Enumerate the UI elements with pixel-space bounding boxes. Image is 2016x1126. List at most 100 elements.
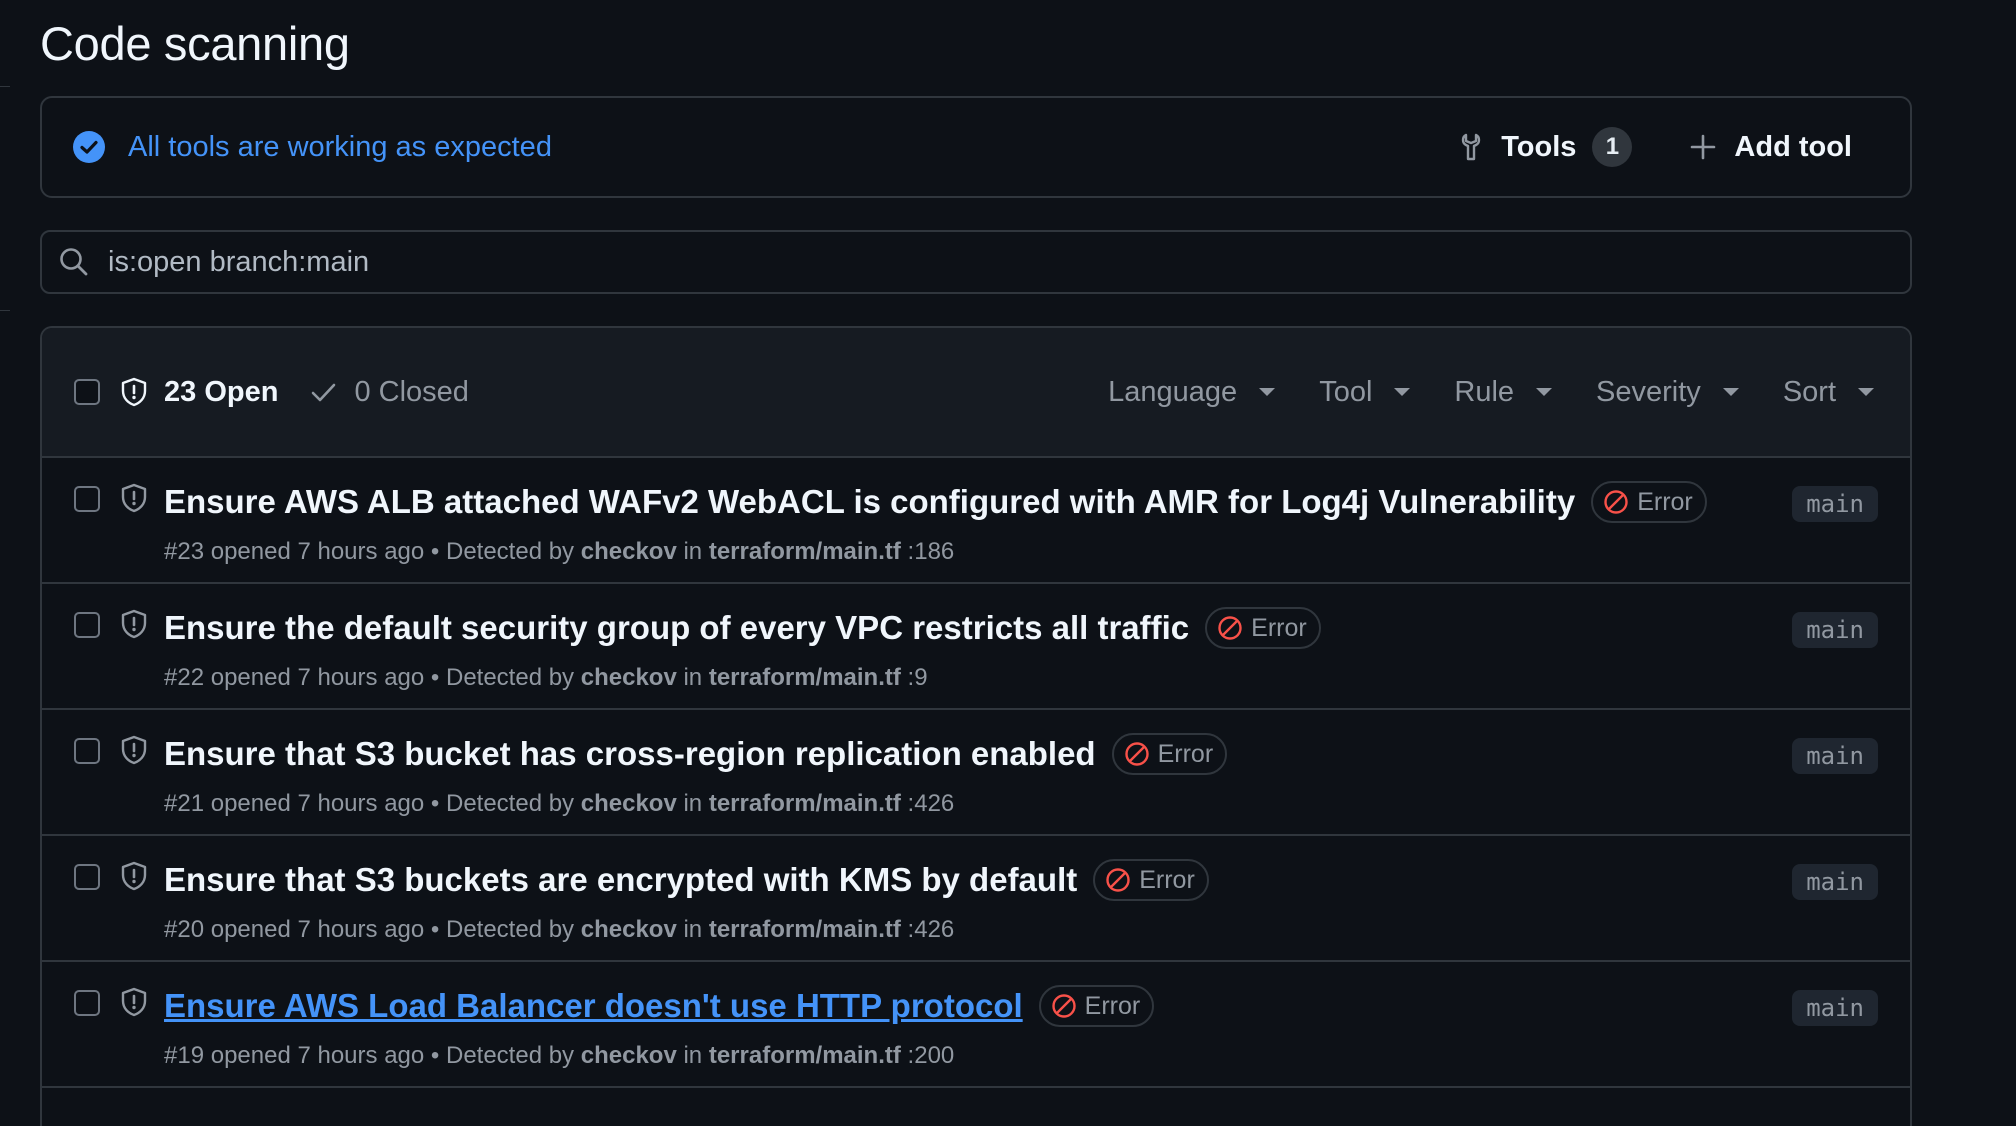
alert-opened: opened 7 hours ago [210, 538, 425, 565]
search-icon [60, 248, 88, 276]
tools-button[interactable]: Tools 1 [1455, 127, 1633, 167]
alert-file-path: terraform/main.tf [708, 538, 901, 565]
meta-separator: • [430, 916, 440, 943]
tool-status-panel: All tools are working as expected Tools … [40, 96, 1912, 198]
alert-checkbox[interactable] [74, 990, 100, 1016]
alert-line: :426 [907, 790, 955, 817]
alert-checkbox[interactable] [74, 486, 100, 512]
branch-label: main [1792, 738, 1878, 774]
in-label: in [683, 916, 703, 943]
caret-down-icon [1722, 388, 1739, 396]
alert-title-line: Ensure AWS ALB attached WAFv2 WebACL is … [164, 478, 1910, 526]
severity-badge: Error [1038, 985, 1155, 1027]
alert-opened: opened 7 hours ago [210, 916, 425, 943]
severity-filter[interactable]: Severity [1596, 376, 1739, 409]
in-label: in [683, 1042, 703, 1069]
alert-row: Ensure that S3 bucket has cross-region r… [42, 710, 1910, 836]
closed-alerts-label: 0 Closed [354, 375, 469, 408]
alert-number: #23 [164, 538, 205, 565]
severity-label: Error [1084, 991, 1141, 1020]
filter-label: Rule [1454, 375, 1515, 408]
alert-meta: #19 opened 7 hours ago • Detected by che… [164, 1042, 1910, 1070]
alert-title-line: Ensure that S3 buckets are encrypted wit… [164, 856, 1910, 904]
alert-title-link[interactable]: Ensure AWS ALB attached WAFv2 WebACL is … [164, 483, 1575, 521]
in-label: in [683, 790, 703, 817]
severity-badge: Error [1591, 481, 1707, 523]
stop-icon [1124, 742, 1149, 766]
shield-icon [121, 861, 147, 891]
stop-icon [1218, 616, 1242, 640]
alert-content: Ensure that S3 buckets are encrypted wit… [164, 856, 1910, 944]
alert-line: :186 [907, 538, 955, 565]
caret-down-icon [1394, 388, 1411, 396]
shield-icon [121, 987, 147, 1017]
alerts-list-header: 23 Open 0 Closed Language Tool Rule Seve… [42, 328, 1910, 458]
alert-opened: opened 7 hours ago [210, 1042, 425, 1069]
filter-label: Sort [1782, 375, 1836, 408]
alert-file-path: terraform/main.tf [708, 790, 901, 817]
tools-label: Tools [1501, 130, 1577, 163]
closed-alerts-tab[interactable]: 0 Closed [308, 375, 469, 409]
alert-checkbox[interactable] [74, 738, 100, 764]
tool-filter[interactable]: Tool [1319, 375, 1411, 409]
detecting-tool: checkov [580, 916, 677, 943]
meta-separator: • [430, 790, 440, 817]
severity-label: Error [1139, 865, 1195, 894]
alert-line: :426 [907, 916, 955, 943]
edge-divider [0, 310, 10, 311]
tools-count-badge: 1 [1592, 127, 1633, 167]
alert-title-link[interactable]: Ensure AWS Load Balancer doesn't use HTT… [164, 987, 1023, 1025]
alert-meta: #23 opened 7 hours ago • Detected by che… [164, 538, 1910, 566]
alert-title-line: Ensure the default security group of eve… [164, 604, 1910, 652]
detected-prefix: Detected by [445, 790, 575, 817]
shield-icon [121, 735, 147, 765]
meta-separator: • [430, 1042, 440, 1069]
meta-separator: • [430, 538, 440, 565]
alert-number: #21 [164, 790, 205, 817]
open-alerts-tab[interactable]: 23 Open [164, 376, 278, 409]
alert-title-line: Ensure that S3 bucket has cross-region r… [164, 730, 1910, 778]
alert-title-line: Ensure AWS Load Balancer doesn't use HTT… [164, 982, 1910, 1030]
alerts-list: 23 Open 0 Closed Language Tool Rule Seve… [40, 326, 1912, 1126]
alert-content: Ensure AWS ALB attached WAFv2 WebACL is … [164, 478, 1910, 566]
filter-bar: Language Tool Rule Severity Sort [1064, 376, 1874, 409]
sort-filter[interactable]: Sort [1783, 376, 1874, 409]
alert-row: Ensure that S3 buckets are encrypted wit… [42, 836, 1910, 962]
rule-filter[interactable]: Rule [1454, 375, 1553, 409]
search-box [40, 230, 1912, 294]
alert-file-path: terraform/main.tf [708, 916, 901, 943]
search-input[interactable] [108, 245, 1910, 279]
filter-label: Tool [1319, 375, 1373, 408]
in-label: in [683, 664, 703, 691]
alert-number: #22 [164, 664, 205, 691]
in-label: in [683, 538, 703, 565]
language-filter[interactable]: Language [1108, 376, 1276, 409]
severity-label: Error [1637, 487, 1693, 516]
detected-prefix: Detected by [445, 538, 575, 565]
shield-icon [121, 377, 147, 407]
alert-row: Ensure the default security group of eve… [42, 584, 1910, 710]
branch-label: main [1792, 864, 1878, 900]
add-tool-button[interactable]: Add tool [1688, 131, 1852, 164]
alert-meta: #22 opened 7 hours ago • Detected by che… [164, 664, 1910, 692]
alert-title-link[interactable]: Ensure that S3 buckets are encrypted wit… [164, 861, 1077, 899]
alert-title-link[interactable]: Ensure the default security group of eve… [164, 609, 1189, 647]
alert-line: :9 [907, 664, 928, 691]
alert-title-link[interactable]: Ensure that S3 bucket has cross-region r… [164, 735, 1096, 773]
shield-icon [121, 483, 147, 513]
alert-opened: opened 7 hours ago [210, 790, 425, 817]
detecting-tool: checkov [580, 538, 677, 565]
alert-meta: #21 opened 7 hours ago • Detected by che… [164, 790, 1910, 818]
severity-badge: Error [1111, 733, 1228, 775]
alert-checkbox[interactable] [74, 864, 100, 890]
page-title: Code scanning [40, 17, 350, 70]
alert-row: Ensure AWS ALB attached WAFv2 WebACL is … [42, 458, 1910, 584]
caret-down-icon [1259, 388, 1276, 396]
add-tool-label: Add tool [1734, 130, 1852, 163]
alert-checkbox[interactable] [74, 612, 100, 638]
alert-meta: #20 opened 7 hours ago • Detected by che… [164, 916, 1910, 944]
branch-label: main [1792, 612, 1878, 648]
select-all-checkbox[interactable] [74, 379, 100, 405]
tools-icon [1462, 133, 1481, 161]
caret-down-icon [1858, 388, 1874, 396]
